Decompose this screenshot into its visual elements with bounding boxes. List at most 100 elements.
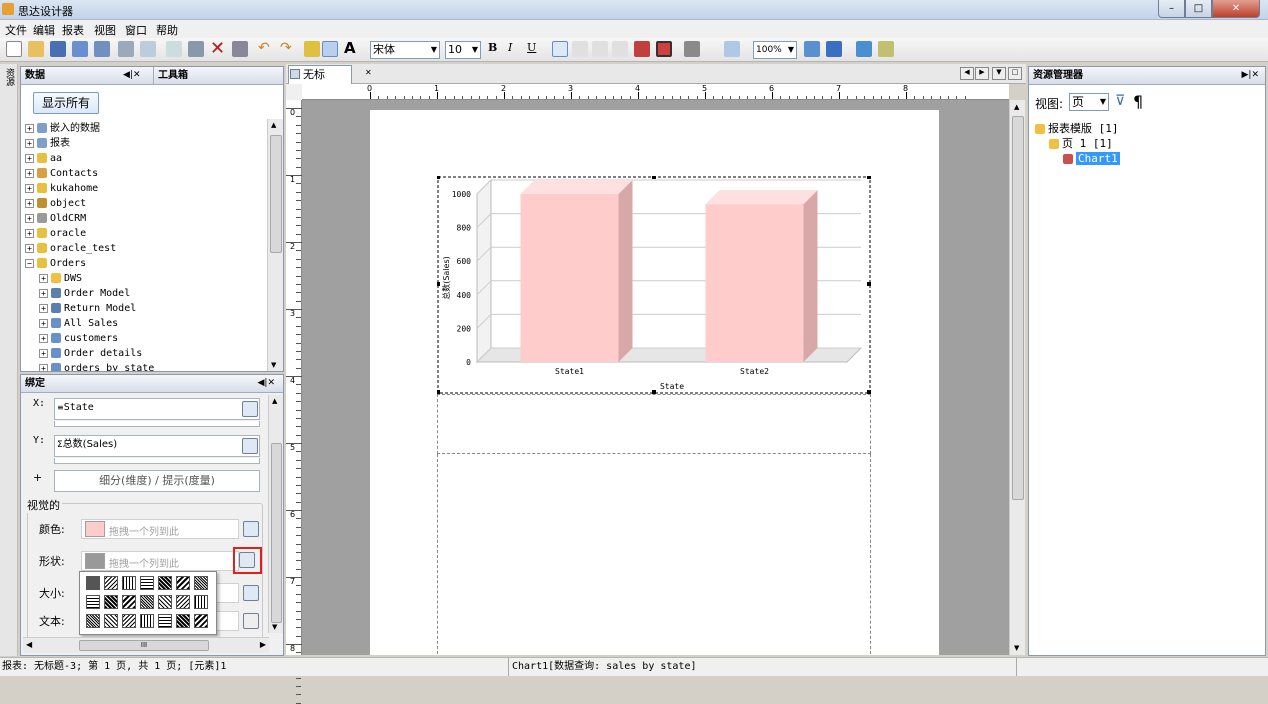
tree-item[interactable]: + OldCRM (25, 211, 265, 226)
preview-icon[interactable] (94, 41, 110, 57)
resource-tree-item[interactable]: 报表模版 [1] (1035, 121, 1255, 136)
expand-icon[interactable]: + (25, 123, 34, 133)
underline-button[interactable]: U (527, 41, 536, 54)
tab-data[interactable]: 数据 (25, 70, 45, 81)
shape-edit-icon[interactable] (239, 552, 255, 568)
expand-icon[interactable]: + (25, 153, 34, 163)
scroll-thumb[interactable] (1012, 116, 1024, 500)
tree-item[interactable]: + Order Model (25, 286, 265, 301)
y-axis-field[interactable]: Σ总数(Sales) (54, 435, 260, 457)
settings-icon[interactable] (878, 41, 894, 57)
copy-icon[interactable] (188, 41, 204, 57)
pattern-option[interactable] (158, 614, 172, 628)
pattern-option[interactable] (104, 576, 118, 590)
new-icon[interactable] (6, 41, 22, 57)
select-pointer-icon[interactable] (322, 41, 338, 57)
scroll-down-icon[interactable]: ▼ (272, 623, 277, 631)
tree-item[interactable]: + DWS (25, 271, 265, 286)
delete-icon[interactable]: ✕ (210, 38, 225, 59)
binding-hscrollbar[interactable]: ◀ III ▶ (23, 637, 269, 653)
y-axis-picker-icon[interactable] (242, 438, 258, 454)
pattern-option[interactable] (122, 576, 136, 590)
export-icon[interactable] (118, 41, 134, 57)
expand-icon[interactable]: + (25, 183, 34, 193)
tree-item[interactable]: + kukahome (25, 181, 265, 196)
refresh-icon[interactable] (856, 41, 872, 57)
expand-icon[interactable]: + (39, 288, 48, 298)
x-axis-dropzone[interactable] (54, 421, 260, 427)
pattern-option[interactable] (122, 595, 136, 609)
pattern-option[interactable] (140, 576, 154, 590)
print-preview-icon[interactable] (140, 41, 156, 57)
expand-icon[interactable]: + (25, 228, 34, 238)
zoom-out-icon[interactable] (804, 41, 820, 57)
expand-icon[interactable]: + (39, 348, 48, 358)
font-family-select[interactable]: 宋体 ▼ (370, 41, 440, 59)
border-style-icon[interactable] (684, 41, 700, 57)
tree-item[interactable]: + 报表 (25, 136, 265, 151)
tab-toolbox[interactable]: 工具箱 (153, 67, 188, 84)
x-axis-field[interactable]: ≡State (54, 398, 260, 420)
pattern-option[interactable] (194, 614, 208, 628)
format-painter-icon[interactable] (304, 41, 320, 57)
fill-color-icon[interactable] (634, 41, 650, 57)
paragraph-icon[interactable]: ¶ (1133, 92, 1143, 111)
scroll-down-icon[interactable]: ▼ (1014, 644, 1019, 652)
pin-icon[interactable]: ▶|✕ (1242, 67, 1260, 84)
expand-icon[interactable]: + (25, 138, 34, 148)
resource-tree-item[interactable]: Chart1 (1035, 151, 1255, 166)
menu-edit[interactable]: 编辑 (30, 22, 58, 38)
open-icon[interactable] (28, 41, 44, 57)
scroll-thumb[interactable] (271, 443, 282, 623)
pattern-option[interactable] (140, 595, 154, 609)
data-tree-scrollbar[interactable]: ▲ ▼ (267, 119, 283, 371)
bold-button[interactable]: B (488, 41, 497, 54)
pin-icon[interactable]: ◀|✕ (123, 67, 141, 84)
expand-icon[interactable]: + (39, 303, 48, 313)
y-axis-dropzone[interactable] (54, 458, 260, 464)
text-edit-icon[interactable] (243, 613, 259, 629)
pattern-option[interactable] (176, 595, 190, 609)
expand-icon[interactable]: + (25, 198, 34, 208)
scroll-up-icon[interactable]: ▲ (1014, 103, 1019, 111)
add-detail-icon[interactable]: + (33, 471, 42, 484)
detail-tooltip-field[interactable]: 细分(维度) / 提示(度量) (54, 470, 260, 492)
pattern-option[interactable] (176, 576, 190, 590)
show-all-button[interactable]: 显示所有 (33, 92, 99, 114)
tree-item[interactable]: + Order details (25, 346, 265, 361)
align-center-icon[interactable] (572, 41, 588, 57)
border-color-icon[interactable] (656, 41, 672, 57)
paste-icon[interactable] (232, 41, 248, 57)
tree-item[interactable]: + All Sales (25, 316, 265, 331)
tree-item[interactable]: + 嵌入的数据 (25, 121, 265, 136)
tab-maximize-icon[interactable]: □ (1008, 67, 1022, 80)
pattern-option[interactable] (176, 614, 190, 628)
canvas-scrollbar[interactable]: ▲ ▼ (1009, 100, 1025, 655)
tree-item[interactable]: + aa (25, 151, 265, 166)
resource-tree-item[interactable]: 页 1 [1] (1035, 136, 1255, 151)
binding-scrollbar[interactable]: ▲ ▼ (268, 395, 283, 633)
pattern-option[interactable] (86, 614, 100, 628)
tree-item[interactable]: + customers (25, 331, 265, 346)
collapse-icon[interactable]: − (25, 258, 34, 268)
menu-help[interactable]: 帮助 (153, 22, 181, 38)
close-tab-icon[interactable]: ✕ (365, 68, 372, 77)
zoom-in-icon[interactable] (826, 41, 842, 57)
minimize-button[interactable]: – (1158, 0, 1185, 18)
expand-icon[interactable]: + (39, 333, 48, 343)
expand-icon[interactable]: + (25, 168, 34, 178)
scroll-up-icon[interactable]: ▲ (272, 397, 277, 405)
pattern-option[interactable] (104, 614, 118, 628)
tree-item[interactable]: + oracle (25, 226, 265, 241)
tab-prev-icon[interactable]: ◀ (960, 67, 974, 80)
pattern-option[interactable] (140, 614, 154, 628)
pin-icon[interactable]: ◀|✕ (258, 375, 276, 392)
expand-icon[interactable]: + (39, 363, 48, 371)
chart1[interactable]: 0 200 400 600 800 1000 State1 State2 State 总数(Sal… (437, 176, 871, 394)
size-edit-icon[interactable] (243, 585, 259, 601)
pattern-option[interactable] (122, 614, 136, 628)
scroll-up-icon[interactable]: ▲ (271, 121, 276, 129)
undo-icon[interactable]: ↶ (258, 40, 270, 56)
pattern-option[interactable] (158, 576, 172, 590)
cut-icon[interactable] (166, 41, 182, 57)
